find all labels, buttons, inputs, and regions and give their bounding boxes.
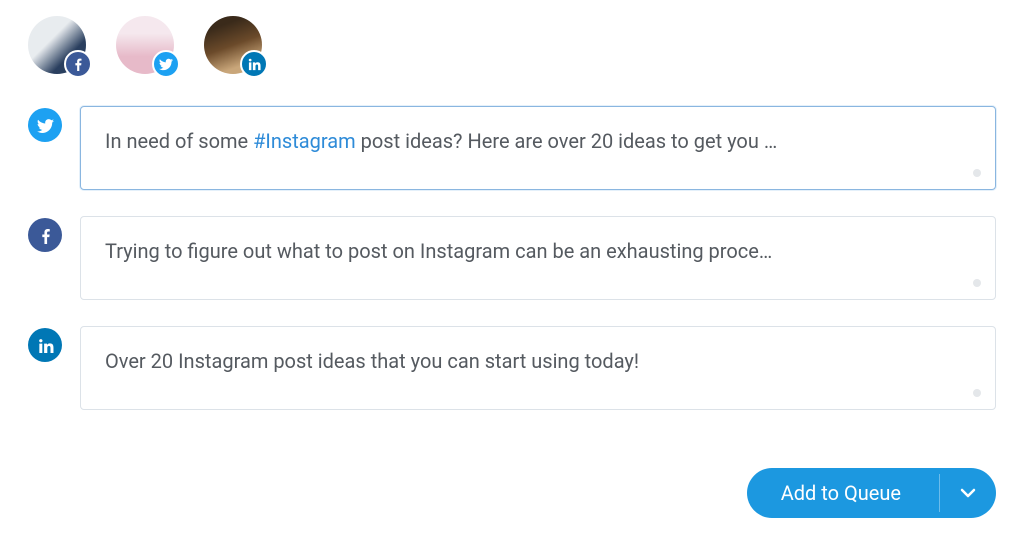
composer-input-facebook[interactable]: Trying to figure out what to post on Ins… [80, 216, 996, 300]
queue-dropdown-toggle[interactable] [940, 468, 996, 518]
composer-row-linkedin: Over 20 Instagram post ideas that you ca… [28, 326, 996, 410]
composer-input-linkedin[interactable]: Over 20 Instagram post ideas that you ca… [80, 326, 996, 410]
composer-row-twitter: In need of some #Instagram post ideas? H… [28, 106, 996, 190]
account-avatar-linkedin[interactable] [204, 16, 262, 74]
composer-text: Trying to figure out what to post on Ins… [105, 239, 772, 263]
twitter-icon [152, 50, 180, 78]
linkedin-icon [240, 50, 268, 78]
twitter-icon [28, 108, 62, 142]
composer-row-facebook: Trying to figure out what to post on Ins… [28, 216, 996, 300]
linkedin-icon [28, 328, 62, 362]
facebook-icon [64, 50, 92, 78]
facebook-icon [28, 218, 62, 252]
composer-text: Over 20 Instagram post ideas that you ca… [105, 349, 639, 373]
account-avatar-facebook[interactable] [28, 16, 86, 74]
status-dot [973, 169, 981, 177]
chevron-down-icon [959, 484, 977, 502]
composer-list: In need of some #Instagram post ideas? H… [28, 106, 996, 410]
add-to-queue-button[interactable]: Add to Queue [747, 468, 996, 518]
account-avatar-twitter[interactable] [116, 16, 174, 74]
composer-text: In need of some #Instagram post ideas? H… [105, 129, 777, 153]
add-to-queue-label: Add to Queue [747, 468, 939, 518]
status-dot [973, 279, 981, 287]
footer-actions: Add to Queue [747, 468, 996, 518]
account-avatars [28, 16, 996, 74]
hashtag[interactable]: #Instagram [253, 129, 356, 153]
composer-input-twitter[interactable]: In need of some #Instagram post ideas? H… [80, 106, 996, 190]
status-dot [973, 389, 981, 397]
